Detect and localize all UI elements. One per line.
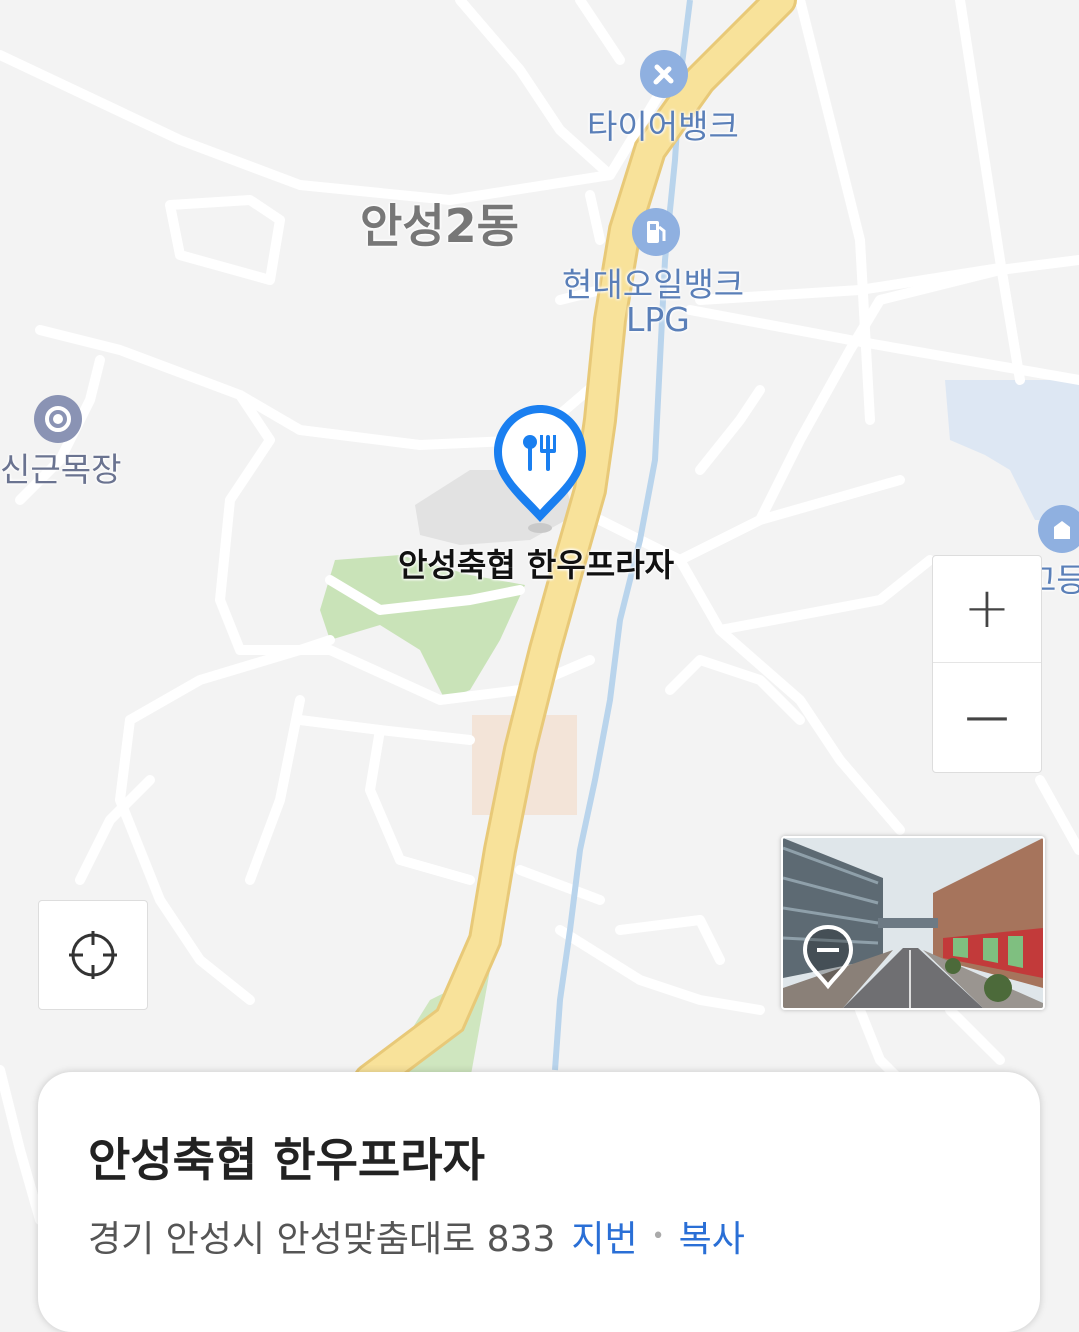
place-title[interactable]: 안성축협 한우프라자	[88, 1124, 485, 1190]
street-view-thumbnail[interactable]	[781, 836, 1045, 1010]
poi-label-gas-line2[interactable]: LPG	[626, 300, 690, 339]
zoom-in-label: +	[963, 576, 1011, 641]
zoom-out-button[interactable]: —	[933, 664, 1041, 770]
school-icon[interactable]	[1038, 505, 1079, 553]
place-info-card[interactable]: 안성축협 한우프라자 경기 안성시 안성맞춤대로 833 지번 • 복사	[38, 1072, 1040, 1332]
crosshair-icon	[69, 931, 117, 979]
place-address: 경기 안성시 안성맞춤대로 833	[88, 1219, 556, 1260]
jibun-link[interactable]: 지번	[571, 1210, 637, 1262]
zoom-out-label: —	[965, 691, 1009, 742]
zoom-control: + —	[932, 555, 1042, 773]
poi-label-tire[interactable]: 타이어뱅크	[587, 100, 739, 148]
gas-station-icon[interactable]	[632, 208, 680, 256]
copy-link[interactable]: 복사	[679, 1210, 745, 1262]
place-address-row: 경기 안성시 안성맞춤대로 833 지번 • 복사	[88, 1210, 745, 1262]
zoom-in-button[interactable]: +	[933, 556, 1041, 663]
selected-place-label[interactable]: 안성축협 한우프라자	[398, 540, 674, 586]
separator-dot: •	[651, 1223, 665, 1249]
area-label: 안성2동	[360, 199, 519, 253]
poi-label-ranch[interactable]: 신근목장	[0, 443, 121, 491]
target-icon[interactable]	[34, 395, 82, 443]
poi-label-gas-line1[interactable]: 현대오일뱅크	[562, 258, 744, 306]
current-location-button[interactable]	[38, 900, 148, 1010]
water-area	[945, 380, 1079, 520]
wrench-icon[interactable]	[640, 50, 688, 98]
